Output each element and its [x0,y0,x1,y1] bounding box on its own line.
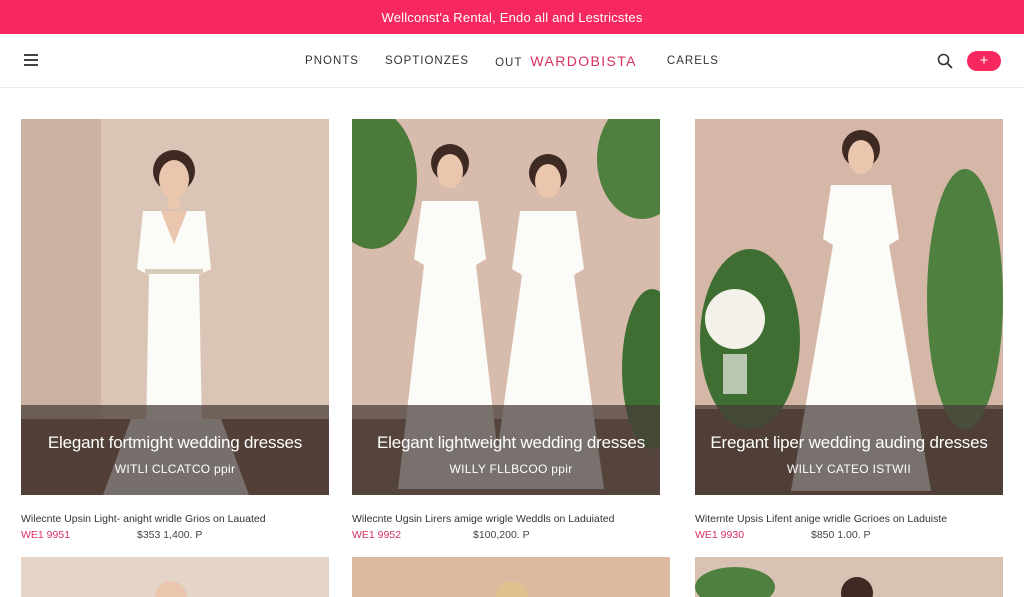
product-card-next[interactable] [352,557,670,597]
product-description[interactable]: Wilecnte Ugsin Lirers amige wrigle Weddl… [352,513,660,525]
product-subtitle: WILLY FLLBCOO ppir [449,462,573,476]
product-description[interactable]: Wilecnte Upsin Light- anight wridle Grio… [21,513,329,525]
product-card[interactable]: Eregant liper wedding auding dresses WIL… [695,119,1003,541]
product-card[interactable]: Elegant fortmight wedding dresses WITLI … [21,119,329,541]
search-icon[interactable] [936,52,954,70]
product-meta: WE1 9952 $100,200. P [352,529,660,541]
product-card-next[interactable] [695,557,1003,597]
product-title: Elegant fortmight wedding dresses [47,433,303,452]
plus-icon[interactable]: + [967,51,1001,71]
product-meta: WE1 9951 $353 1,400. P [21,529,329,541]
product-sku: WE1 9951 [21,529,71,541]
product-title: Eregant liper wedding auding dresses [710,433,988,452]
nav-link-3[interactable]: CARELS [667,55,719,67]
product-sku: WE1 9930 [695,529,745,541]
top-navigation: PNONTS SOPTIONZES OUT WARDOBISTA CARELS … [0,34,1024,88]
nav-links: PNONTS SOPTIONZES OUT WARDOBISTA CARELS [0,34,1024,88]
product-image[interactable]: Eregant liper wedding auding dresses WIL… [695,119,1003,495]
brand-prefix: OUT [495,57,523,69]
product-title: Elegant lightweight wedding dresses [376,433,645,452]
product-price: $850 1.00. P [811,529,871,541]
product-meta: WE1 9930 $850 1.00. P [695,529,1003,541]
nav-link-1[interactable]: PNONTS [305,55,359,67]
product-image[interactable]: Elegant fortmight wedding dresses WITLI … [21,119,329,495]
product-card[interactable]: Elegant lightweight wedding dresses WILL… [352,119,660,541]
product-subtitle: WILLY CATEO ISTWII [786,462,912,476]
product-price: $353 1,400. P [137,529,203,541]
product-overlay: Elegant lightweight wedding dresses WILL… [352,405,660,495]
product-price: $100,200. P [473,529,530,541]
product-sku: WE1 9952 [352,529,402,541]
product-description[interactable]: Witernte Upsis Lifent anige wridle Gcrio… [695,513,1003,525]
product-image[interactable]: Elegant lightweight wedding dresses WILL… [352,119,660,495]
product-card-next[interactable] [21,557,329,597]
product-overlay: Eregant liper wedding auding dresses WIL… [695,405,1003,495]
brand-name: WARDOBISTA [530,53,637,69]
product-overlay: Elegant fortmight wedding dresses WITLI … [21,405,329,495]
promo-text: Wellconst'a Rental, Endo all and Lestric… [381,9,643,25]
product-subtitle: WITLI CLCATCO ppir [114,462,236,476]
brand-logo[interactable]: OUT WARDOBISTA [495,53,637,69]
promo-banner: Wellconst'a Rental, Endo all and Lestric… [0,0,1024,34]
nav-link-2[interactable]: SOPTIONZES [385,55,469,67]
